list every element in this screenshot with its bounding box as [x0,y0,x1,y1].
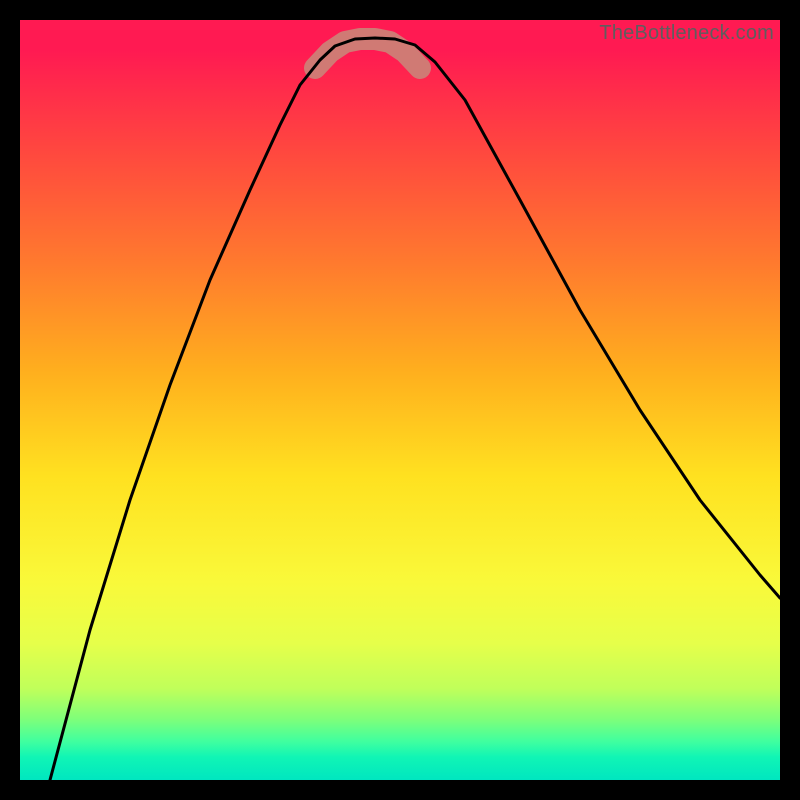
marker-segment [315,39,420,68]
watermark-text: TheBottleneck.com [599,22,774,45]
bottleneck-curve [50,38,780,780]
chart-svg [20,20,780,780]
chart-frame: TheBottleneck.com [20,20,780,780]
chart-background-gradient: TheBottleneck.com [20,20,780,780]
